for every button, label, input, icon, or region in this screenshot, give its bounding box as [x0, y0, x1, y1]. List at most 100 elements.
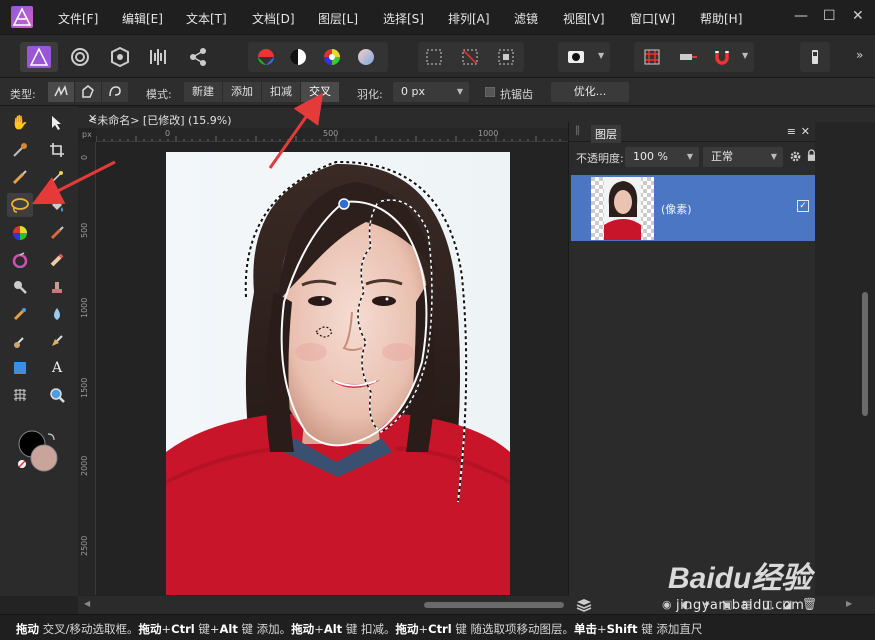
quick-mask-icon[interactable] [564, 45, 588, 69]
ruler-label: 500 [80, 222, 89, 238]
layer-options-bar: 不透明度: 100 % ▼ 正常 ▼ [569, 142, 816, 170]
move-tool-icon[interactable] [46, 112, 68, 134]
pen-tool-icon[interactable] [46, 330, 68, 352]
rectangle-tool-icon[interactable] [9, 357, 31, 379]
mode-intersect-button[interactable]: 交叉 [301, 82, 339, 102]
layer-visibility-checkbox[interactable]: ✓ [797, 200, 809, 212]
mesh-warp-tool-icon[interactable] [9, 384, 31, 406]
hue-wheel-icon[interactable] [320, 45, 344, 69]
status-text-fragment: 键 添加直尺 [637, 622, 703, 636]
menu-edit[interactable]: 编辑[E] [122, 10, 163, 27]
color-replacement-tool-icon[interactable] [9, 249, 31, 271]
ruler-label: 2000 [80, 455, 89, 476]
menu-document[interactable]: 文档[D] [252, 10, 295, 27]
chevron-down-icon[interactable]: ▼ [598, 51, 604, 60]
toolbar-overflow-icon[interactable]: » [856, 48, 863, 62]
grid-icon[interactable] [640, 45, 664, 69]
color-picker-tool-icon[interactable] [9, 139, 31, 161]
status-text-fragment: 键+ [194, 622, 220, 636]
snap-align-icon[interactable] [676, 45, 700, 69]
white-balance-icon[interactable] [354, 45, 378, 69]
color-wheel-tool-icon[interactable] [9, 222, 31, 244]
select-all-icon[interactable] [422, 45, 446, 69]
opacity-dropdown[interactable]: 100 % ▼ [625, 147, 699, 167]
zoom-tool-icon[interactable] [46, 384, 68, 406]
tone-mapping-persona-icon[interactable] [146, 45, 170, 69]
maximize-button[interactable]: ☐ [823, 8, 836, 24]
contrast-icon[interactable] [286, 45, 310, 69]
menu-filters[interactable]: 滤镜 [514, 10, 538, 27]
color-adjust-icon[interactable] [254, 45, 278, 69]
liquify-persona-icon[interactable] [68, 45, 92, 69]
invert-selection-icon[interactable] [494, 45, 518, 69]
inpainting-tool-icon[interactable] [9, 303, 31, 325]
menu-file[interactable]: 文件[F] [58, 10, 98, 27]
close-panel-icon[interactable]: ✕ [801, 125, 810, 138]
minimize-button[interactable]: — [794, 8, 808, 24]
magnetic-type-icon[interactable] [102, 82, 128, 102]
horizontal-scrollbar[interactable] [424, 602, 564, 608]
feather-dropdown[interactable]: 0 px ▼ [393, 82, 469, 102]
crop-tool-icon[interactable] [46, 139, 68, 161]
polygonal-type-icon[interactable] [75, 82, 102, 102]
chevron-down-icon[interactable]: ▼ [742, 51, 748, 60]
layers-tab[interactable]: 图层 [591, 125, 621, 143]
canvas-area[interactable] [96, 142, 568, 595]
antialias-checkbox[interactable] [485, 87, 495, 97]
flood-select-tool-icon[interactable] [46, 166, 68, 188]
develop-persona-icon[interactable] [108, 45, 132, 69]
color-swatches[interactable] [14, 428, 64, 476]
portrait-photo[interactable] [166, 152, 510, 595]
menu-window[interactable]: 窗口[W] [630, 10, 675, 27]
blend-mode-dropdown[interactable]: 正常 ▼ [703, 147, 783, 167]
deselect-icon[interactable] [458, 45, 482, 69]
layer-row-pixel[interactable]: (像素) ✓ [571, 175, 815, 241]
refine-button[interactable]: 优化... [551, 82, 629, 102]
scroll-right-icon[interactable]: ▶ [846, 599, 852, 608]
snapping-magnet-icon[interactable] [710, 45, 734, 69]
dodge-tool-icon[interactable] [9, 276, 31, 298]
layer-name: (像素) [661, 203, 692, 216]
hand-tool-icon[interactable]: ✋ [9, 112, 31, 134]
gear-icon[interactable] [789, 150, 802, 163]
mode-subtract-button[interactable]: 扣减 [262, 82, 301, 102]
ruler-label: 1000 [478, 129, 499, 138]
photo-persona-button[interactable] [20, 42, 58, 72]
freehand-type-icon[interactable] [48, 82, 75, 102]
blend-mode-value: 正常 [711, 150, 733, 163]
ruler-label: 0 [80, 154, 89, 160]
menu-select[interactable]: 选择[S] [383, 10, 424, 27]
freehand-selection-tool-icon[interactable] [7, 193, 33, 217]
paint-brush-tool-icon[interactable] [46, 222, 68, 244]
assistant-icon[interactable] [803, 45, 827, 69]
mode-new-button[interactable]: 新建 [184, 82, 223, 102]
menu-layer[interactable]: 图层[L] [318, 10, 358, 27]
selection-brush-tool-icon[interactable] [9, 166, 31, 188]
vertical-scrollbar[interactable] [862, 292, 868, 416]
mode-add-button[interactable]: 添加 [223, 82, 262, 102]
eraser-tool-icon[interactable] [46, 249, 68, 271]
panel-grip-icon[interactable]: ‖ [575, 125, 580, 136]
menu-text[interactable]: 文本[T] [186, 10, 227, 27]
smudge-tool-icon[interactable] [9, 330, 31, 352]
layer-thumbnail [591, 177, 654, 240]
status-text-fragment: 交叉/移动选取框。 [39, 622, 139, 636]
watermark-url: jingyan.baidu.com [676, 598, 805, 613]
feather-label: 羽化: [357, 88, 383, 101]
ruler-label: 2500 [80, 535, 89, 556]
layers-stack-icon[interactable] [576, 598, 592, 612]
menu-arrange[interactable]: 排列[A] [448, 10, 490, 27]
text-tool-icon[interactable]: A [46, 357, 68, 379]
selection-ops-group [418, 42, 524, 72]
export-persona-icon[interactable] [186, 45, 210, 69]
panel-menu-icon[interactable]: ≡ [787, 125, 796, 138]
affinity-photo-logo-icon[interactable] [10, 5, 34, 29]
menu-view[interactable]: 视图[V] [563, 10, 605, 27]
menu-help[interactable]: 帮助[H] [700, 10, 742, 27]
close-window-button[interactable]: ✕ [852, 8, 864, 24]
scroll-left-icon[interactable]: ◀ [84, 599, 90, 608]
blur-tool-icon[interactable] [46, 303, 68, 325]
vertical-ruler: 0 500 1000 1500 2000 2500 [78, 142, 96, 595]
clone-tool-icon[interactable] [46, 276, 68, 298]
fill-tool-icon[interactable] [46, 195, 68, 217]
